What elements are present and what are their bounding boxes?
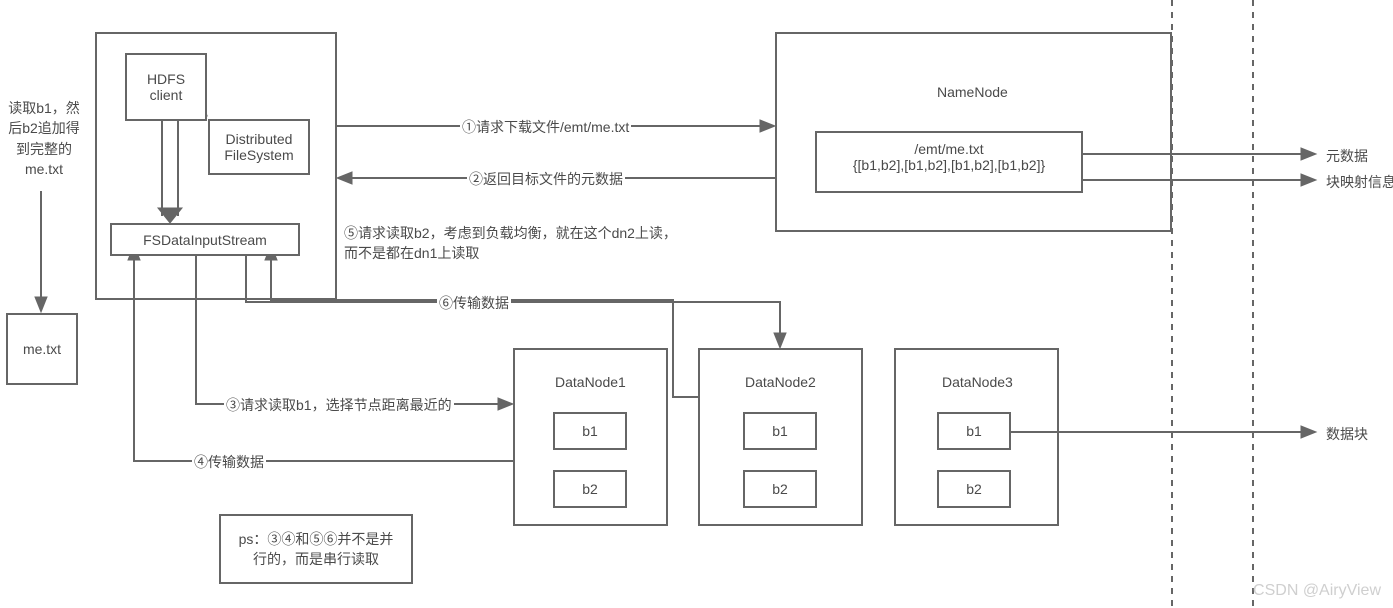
fsdatainputstream-text: FSDataInputStream	[143, 232, 267, 248]
datanode3-b2-box: b2	[937, 470, 1011, 508]
namenode-file-path: /emt/me.txt	[821, 141, 1077, 157]
datanode1-b1-text: b1	[582, 423, 598, 439]
datanode2-b2-box: b2	[743, 470, 817, 508]
ps-note-box: ps：③④和⑤⑥并不是并行的，而是串行读取	[219, 514, 413, 584]
diagram-canvas: HDFSclient DistributedFileSystem FSDataI…	[0, 0, 1393, 608]
hdfs-client-text: HDFSclient	[147, 71, 185, 103]
metadata-label: 元数据	[1324, 146, 1370, 166]
step2-label: ②返回目标文件的元数据	[467, 169, 625, 189]
datanode2-b2-text: b2	[772, 481, 788, 497]
hdfs-client-box: HDFSclient	[125, 53, 207, 121]
step4-label: ④传输数据	[192, 452, 266, 472]
read-process-label: 读取b1，然后b2追加得到完整的me.txt	[3, 98, 85, 179]
datanode3-b1-text: b1	[966, 423, 982, 439]
step6-label: ⑥传输数据	[437, 293, 511, 313]
step1-label: ①请求下载文件/emt/me.txt	[460, 117, 631, 137]
namenode-block-mapping: {[b1,b2],[b1,b2],[b1,b2],[b1,b2]}	[821, 157, 1077, 173]
me-txt-box: me.txt	[6, 313, 78, 385]
ps-note-text: ps：③④和⑤⑥并不是并行的，而是串行读取	[239, 529, 394, 569]
distributed-filesystem-text: DistributedFileSystem	[224, 131, 293, 163]
me-txt-text: me.txt	[23, 341, 61, 357]
namenode-metadata-box: /emt/me.txt {[b1,b2],[b1,b2],[b1,b2],[b1…	[815, 131, 1083, 193]
distributed-filesystem-box: DistributedFileSystem	[208, 119, 310, 175]
datanode3-b1-box: b1	[937, 412, 1011, 450]
fsdatainputstream-box: FSDataInputStream	[110, 223, 300, 256]
blockmap-label: 块映射信息	[1324, 172, 1393, 192]
datanode3-b2-text: b2	[966, 481, 982, 497]
datanode2-b1-text: b1	[772, 423, 788, 439]
datablock-label: 数据块	[1324, 424, 1370, 444]
datanode1-b2-box: b2	[553, 470, 627, 508]
step5-label: ⑤请求读取b2，考虑到负载均衡，就在这个dn2上读，而不是都在dn1上读取	[342, 223, 679, 264]
datanode1-b1-box: b1	[553, 412, 627, 450]
watermark: CSDN @AiryView	[1253, 582, 1381, 600]
datanode1-b2-text: b2	[582, 481, 598, 497]
step3-label: ③请求读取b1，选择节点距离最近的	[224, 395, 454, 415]
datanode2-b1-box: b1	[743, 412, 817, 450]
